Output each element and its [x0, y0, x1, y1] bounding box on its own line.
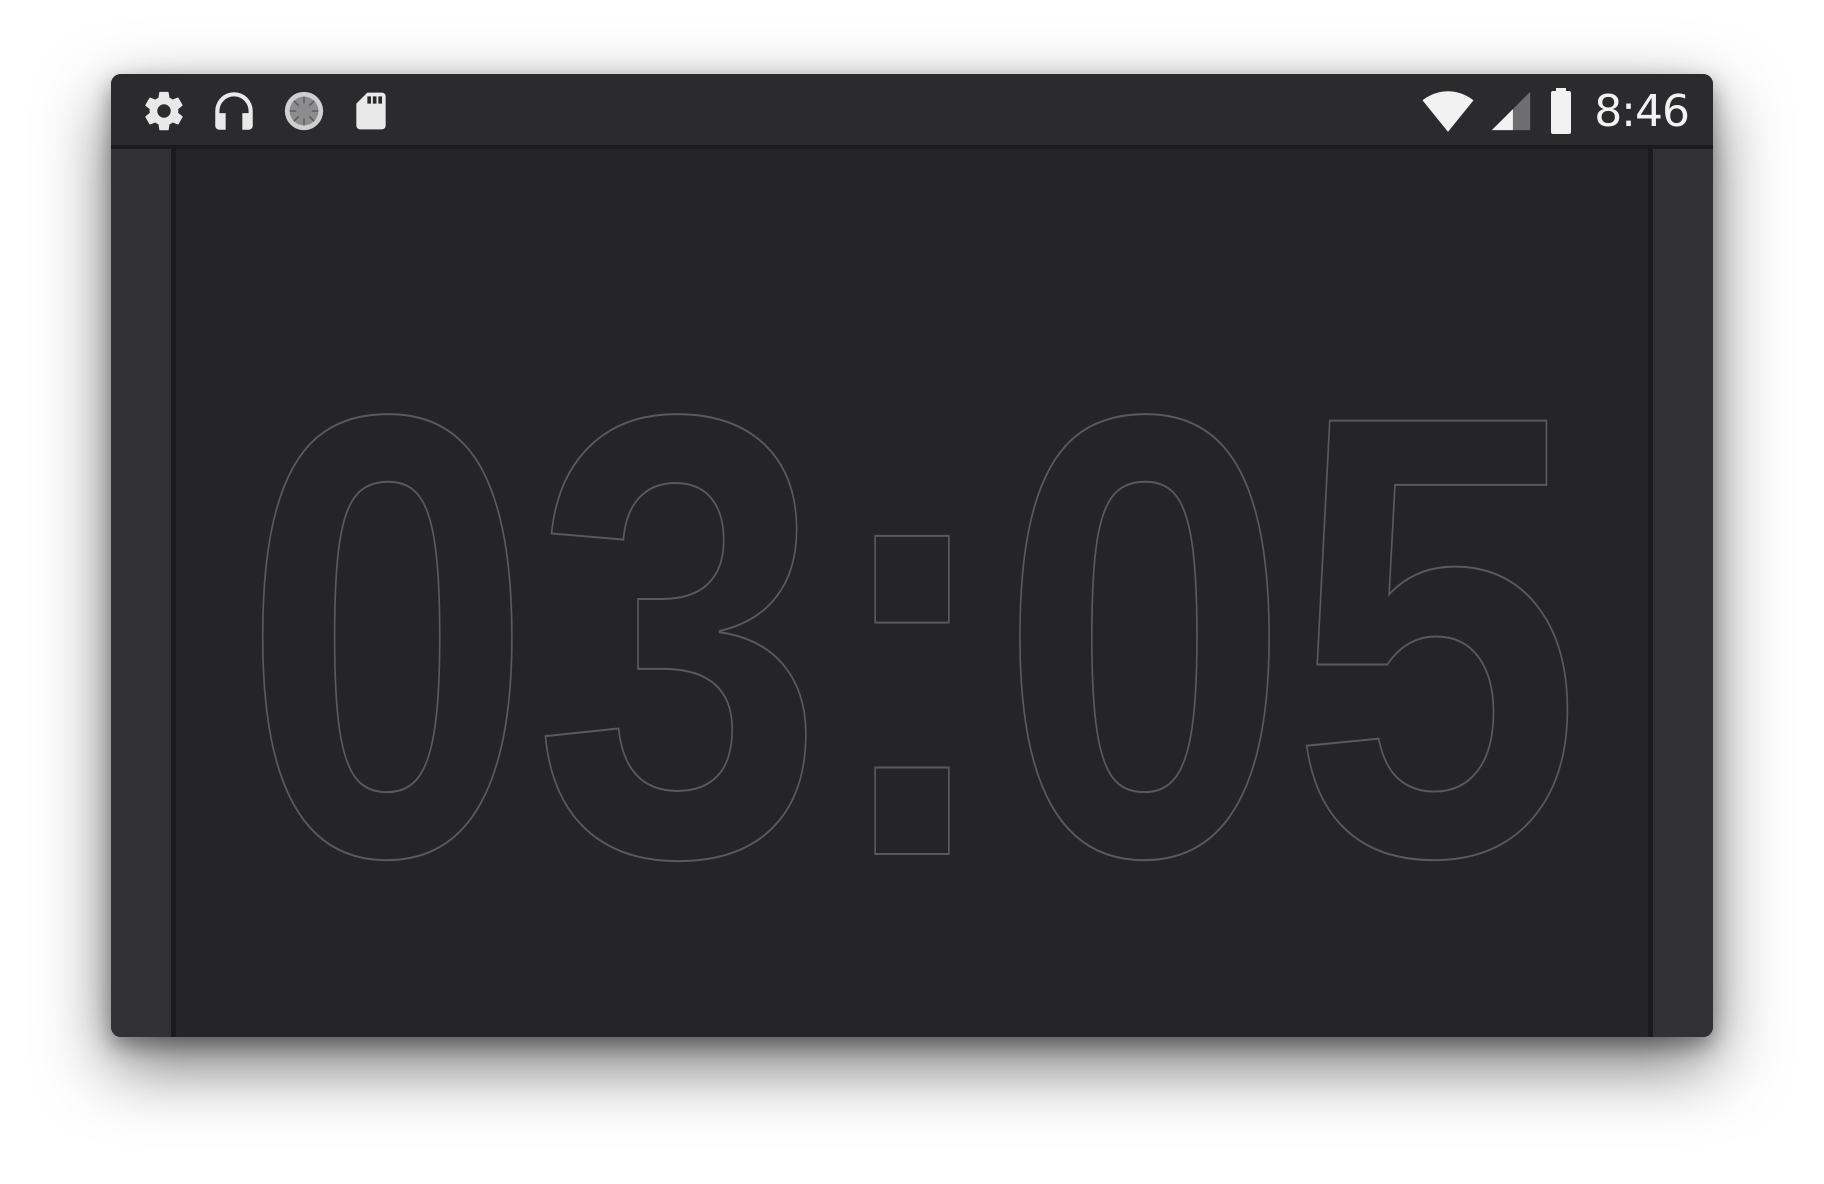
device-frame: 8:46 03:05	[111, 74, 1713, 1037]
clock-display-panel[interactable]: 03:05	[171, 149, 1653, 1037]
gear-icon	[141, 88, 187, 134]
left-side-panel	[111, 149, 171, 1037]
right-side-panel	[1653, 149, 1713, 1037]
status-bar-time: 8:46	[1594, 85, 1690, 137]
status-bar: 8:46	[111, 74, 1713, 149]
status-bar-right-icons: 8:46	[1420, 85, 1690, 137]
spinner-icon	[281, 88, 327, 134]
wifi-icon	[1420, 89, 1476, 133]
status-bar-left-icons	[141, 86, 393, 136]
clock-time-text: 03:05	[242, 284, 1582, 988]
clock-digits: 03:05	[241, 283, 1583, 989]
sd-card-icon	[349, 87, 393, 135]
battery-icon	[1546, 87, 1576, 135]
cell-signal-icon	[1488, 88, 1534, 134]
headphones-icon	[209, 86, 259, 136]
